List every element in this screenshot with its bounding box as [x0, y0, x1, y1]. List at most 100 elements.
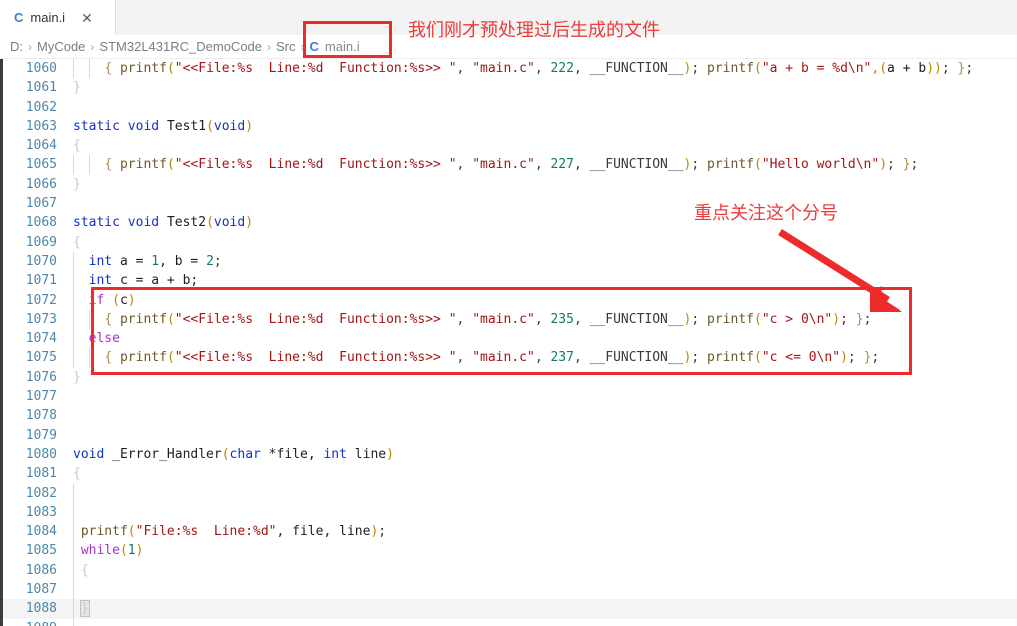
code-line[interactable]: 1071 int c = a + b; [3, 271, 1017, 291]
code-token: printf [119, 157, 167, 173]
code-token: ( [119, 543, 128, 559]
code-line-text: } [65, 599, 90, 618]
chevron-right-icon: › [267, 39, 272, 54]
code-line[interactable]: 1076} [3, 368, 1017, 387]
code-line[interactable]: 1086 { [3, 560, 1017, 581]
code-line-text: static void Test2(void) [65, 213, 253, 232]
code-token: , [534, 311, 551, 327]
code-token: while [80, 543, 120, 559]
code-line[interactable]: 1077 [3, 387, 1017, 406]
indent-guide [73, 580, 74, 600]
code-line[interactable]: 1084 printf("File:%s Line:%d", file, lin… [3, 522, 1017, 542]
code-line[interactable]: 1080 void _Error_Handler(char *file, int … [3, 445, 1017, 464]
code-line[interactable]: 1081 { [3, 464, 1017, 483]
code-token: ,( [871, 61, 888, 76]
indent-guide [88, 59, 90, 79]
line-number: 1087 [25, 582, 57, 598]
code-token: ; [691, 311, 708, 327]
indent-guide [88, 348, 90, 368]
code-line[interactable]: 1083 [3, 502, 1017, 523]
indent-guide [73, 251, 74, 272]
code-line[interactable]: 1087 [3, 580, 1017, 600]
breadcrumb-item-drive[interactable]: D: [10, 39, 23, 54]
code-line-text: { printf("<<File:%s Line:%d Function:%s>… [65, 310, 871, 329]
code-token: ; [840, 311, 856, 327]
line-number: 1075 [25, 350, 57, 366]
code-line[interactable]: 1065 { printf("<<File:%s Line:%d Functio… [3, 155, 1017, 175]
line-number: 1064 [25, 138, 57, 154]
code-token: "<<File:%s Line:%d Function:%s>> " [174, 350, 457, 366]
code-token: printf [707, 311, 754, 327]
code-token: } [902, 157, 911, 173]
code-token: __FUNCTION__ [589, 61, 684, 76]
line-number: 1072 [25, 292, 57, 308]
code-line[interactable]: 1070 int a = 1, b = 2; [3, 251, 1017, 272]
code-token: ) [245, 118, 254, 134]
code-token: printf [707, 157, 754, 173]
code-token: { [104, 157, 120, 173]
code-line[interactable]: 1079 [3, 426, 1017, 445]
close-icon[interactable]: ✕ [81, 11, 93, 25]
code-line-text: { printf("<<File:%s Line:%d Function:%s>… [65, 155, 918, 174]
indent-guide [73, 329, 74, 349]
code-token: ) [879, 157, 888, 173]
code-line[interactable]: 1082 [3, 483, 1017, 503]
code-token: ) [832, 311, 841, 327]
code-token: , [534, 157, 551, 173]
code-line-text: static void Test1(void) [65, 117, 253, 136]
breadcrumb-item-mycode[interactable]: MyCode [37, 39, 85, 54]
line-number: 1070 [25, 253, 57, 269]
chevron-right-icon: › [28, 39, 32, 54]
line-number: 1062 [25, 99, 57, 115]
breadcrumb-item-src[interactable]: Src [276, 39, 296, 54]
code-token: ( [166, 157, 175, 173]
code-line[interactable]: 1061} [3, 78, 1017, 97]
code-token: ( [166, 350, 175, 366]
code-line[interactable]: 1074 else [3, 329, 1017, 349]
editor-tab-main-i[interactable]: C main.i ✕ [0, 0, 116, 35]
breadcrumb-item-file[interactable]: main.i [325, 39, 360, 54]
code-token: "c <= 0\n" [761, 350, 841, 366]
code-token: c = a + b; [112, 273, 199, 289]
indent-guide [73, 483, 74, 503]
annotation-file-note: 我们刚才预处理过后生成的文件 [408, 20, 660, 41]
code-line[interactable]: 1064 { [3, 136, 1017, 155]
code-line[interactable]: 1069 { [3, 233, 1017, 252]
code-token: Test2 [166, 215, 207, 231]
code-line[interactable]: 1067 [3, 194, 1017, 213]
code-line[interactable]: 1066} [3, 175, 1017, 194]
code-line-text: { printf("<<File:%s Line:%d Function:%s>… [65, 59, 973, 78]
code-line[interactable]: 1075 { printf("<<File:%s Line:%d Functio… [3, 348, 1017, 368]
code-line[interactable]: 1088 } [3, 599, 1017, 619]
code-token: ; [847, 350, 864, 366]
code-editor-content[interactable]: 1060 { printf("<<File:%s Line:%d Functio… [0, 59, 1017, 626]
code-line[interactable]: 1072 if (c) [3, 290, 1017, 310]
code-line[interactable]: 1089 [3, 618, 1017, 626]
code-token: ; [910, 157, 919, 173]
code-token: ( [753, 311, 762, 327]
code-line[interactable]: 1060 { printf("<<File:%s Line:%d Functio… [3, 59, 1017, 79]
code-line[interactable]: 1063 static void Test1(void) [3, 117, 1017, 136]
code-line[interactable]: 1078 [3, 406, 1017, 425]
indent-guide [73, 309, 74, 330]
code-line-text: } [65, 78, 81, 97]
code-token: { [73, 466, 81, 482]
code-line[interactable]: 1085 while(1) [3, 541, 1017, 561]
code-token: void [127, 118, 160, 134]
indent-guide [88, 155, 90, 175]
code-line-text: { printf("<<File:%s Line:%d Function:%s>… [65, 348, 879, 367]
breadcrumb-item-project[interactable]: STM32L431RC_DemoCode [99, 39, 262, 54]
code-line[interactable]: 1062 [3, 98, 1017, 117]
code-line[interactable]: 1073 { printf("<<File:%s Line:%d Functio… [3, 309, 1017, 330]
code-line-text: if (c) [65, 291, 136, 310]
code-line-text: { [65, 464, 81, 483]
code-line[interactable]: 1068 static void Test2(void) [3, 213, 1017, 232]
line-number: 1068 [25, 215, 57, 231]
